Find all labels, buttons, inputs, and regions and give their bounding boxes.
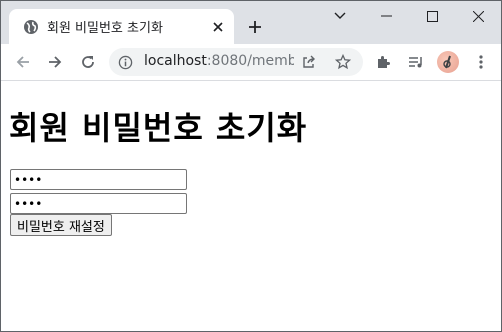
tab-strip: 회원 비밀번호 초기화: [1, 1, 501, 44]
minimize-button[interactable]: [363, 1, 409, 31]
url-host: localhost: [144, 53, 207, 69]
profile-avatar: [437, 51, 459, 73]
globe-icon: [23, 19, 39, 35]
tab-search-button[interactable]: [317, 1, 363, 31]
browser-toolbar: localhost:8080/memb...: [1, 44, 501, 81]
extensions-button[interactable]: [371, 50, 395, 74]
media-icon: [409, 57, 422, 68]
new-tab-button[interactable]: [244, 16, 266, 38]
extensions-icon: [378, 56, 390, 68]
chevron-down-icon: [334, 12, 346, 19]
media-button[interactable]: [404, 50, 428, 74]
reload-icon: [82, 56, 94, 68]
address-bar[interactable]: localhost:8080/memb...: [109, 48, 363, 76]
page-content: 회원 비밀번호 초기화 비밀번호 재설정: [1, 81, 501, 331]
tab-close-icon[interactable]: [210, 19, 226, 35]
close-icon: [472, 10, 484, 22]
forward-arrow-icon: [49, 56, 62, 68]
star-icon[interactable]: [334, 53, 352, 71]
info-icon[interactable]: [117, 54, 133, 70]
url-text[interactable]: localhost:8080/memb...: [144, 53, 294, 69]
minimize-icon: [380, 15, 392, 17]
back-arrow-icon: [16, 56, 29, 68]
maximize-button[interactable]: [409, 1, 455, 31]
tab-title: 회원 비밀번호 초기화: [47, 21, 163, 36]
url-path: :8080/memb...: [206, 53, 294, 69]
plus-icon: [249, 21, 261, 33]
more-menu-button[interactable]: [469, 50, 493, 74]
maximize-icon: [426, 10, 438, 22]
window-close-button[interactable]: [455, 1, 501, 31]
forward-button[interactable]: [43, 50, 67, 74]
reset-password-button[interactable]: 비밀번호 재설정: [10, 214, 112, 236]
share-icon[interactable]: [301, 54, 317, 70]
password-field-1[interactable]: [10, 169, 187, 190]
more-vert-icon: [479, 55, 483, 69]
profile-button[interactable]: [436, 50, 460, 74]
browser-window: 회원 비밀번호 초기화 localhost:8080/memb 회원 비밀번호 …: [0, 0, 502, 332]
browser-tab[interactable]: 회원 비밀번호 초기화: [9, 9, 234, 44]
reload-button[interactable]: [76, 50, 100, 74]
back-button[interactable]: [11, 50, 35, 74]
page-title: 회원 비밀번호 초기화: [9, 109, 308, 147]
password-field-2[interactable]: [10, 193, 187, 214]
